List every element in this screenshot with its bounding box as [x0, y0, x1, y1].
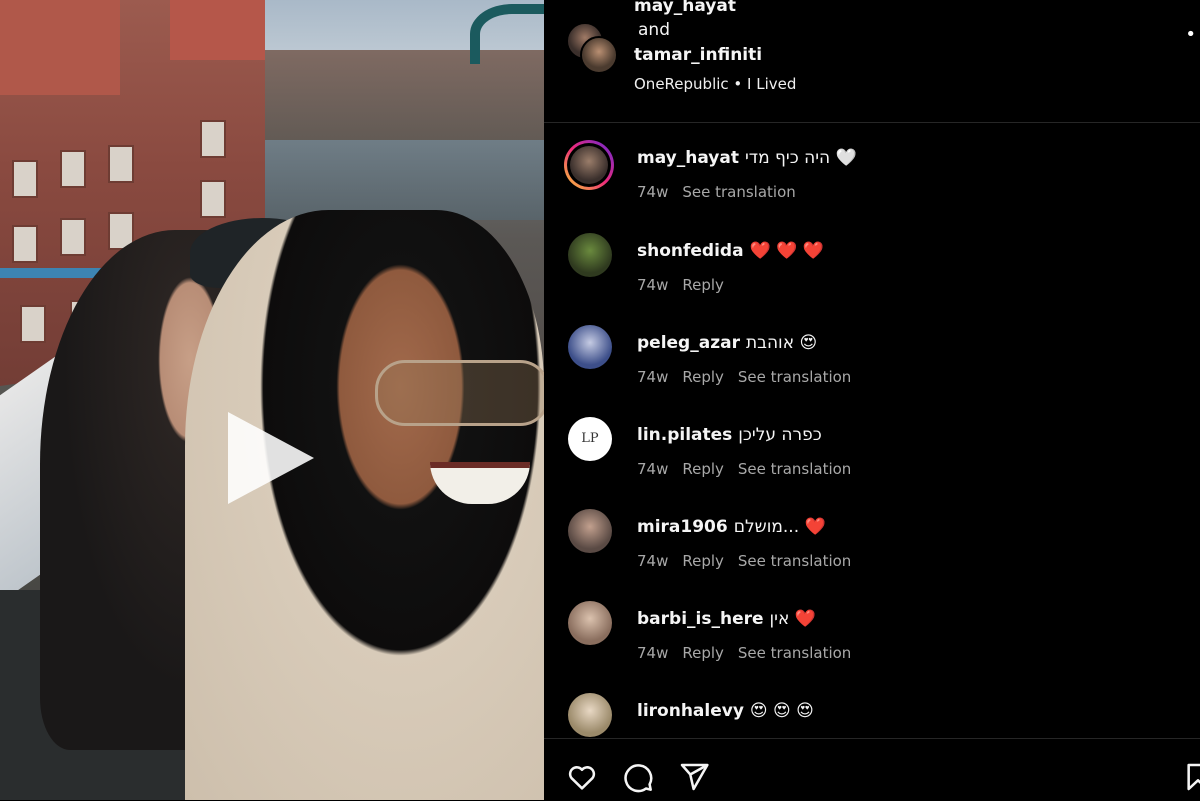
comment: mira1906 מושלם... ❤️ 74w Reply See translat…	[544, 509, 1200, 601]
comment-username[interactable]: peleg_azar	[637, 333, 740, 353]
see-translation-button[interactable]: See translation	[738, 644, 851, 662]
comment-time[interactable]: 74w	[637, 183, 668, 201]
comment-meta: 74w Reply See translation	[637, 368, 865, 386]
window	[12, 225, 38, 263]
action-bar	[544, 738, 1200, 801]
comment-text: מושלם... ❤️	[733, 517, 826, 537]
comment-meta: 74w See translation	[637, 183, 810, 201]
avatar[interactable]	[580, 36, 618, 74]
window	[60, 150, 86, 188]
avatar[interactable]	[568, 509, 612, 553]
avatar[interactable]	[564, 140, 614, 190]
comment-line: barbi_is_here אין ❤️	[637, 609, 816, 629]
comment-username[interactable]: mira1906	[637, 517, 728, 537]
window	[108, 145, 134, 183]
comment-meta: 74w Reply See translation	[637, 552, 865, 570]
comment-meta: 74w Reply See translation	[637, 460, 865, 478]
play-icon[interactable]	[228, 412, 314, 504]
comment-time[interactable]: 74w	[637, 644, 668, 662]
comment-line: lironhalevy 😍 😍 😍	[637, 701, 814, 721]
comment-username[interactable]: lironhalevy	[637, 701, 744, 721]
see-translation-button[interactable]: See translation	[738, 460, 851, 478]
comment-username[interactable]: shonfedida	[637, 241, 744, 261]
post-panel: may_hayat and tamar_infiniti OneRepublic…	[544, 0, 1200, 800]
avatar[interactable]	[568, 233, 612, 277]
comment-line: peleg_azar אוהבת 😍	[637, 333, 817, 353]
music-label[interactable]: OneRepublic • I Lived	[634, 75, 796, 93]
comment-time[interactable]: 74w	[637, 460, 668, 478]
reply-button[interactable]: Reply	[682, 552, 724, 570]
building-roof	[0, 0, 120, 95]
see-translation-button[interactable]: See translation	[682, 183, 795, 201]
window	[200, 180, 226, 218]
heart-icon[interactable]	[566, 761, 598, 793]
comment-text: אוהבת 😍	[745, 333, 818, 353]
building-tower	[170, 0, 265, 60]
reply-button[interactable]: Reply	[682, 644, 724, 662]
comment: may_hayat היה כיף מדי 🤍 74w See translatio…	[544, 140, 1200, 232]
comment-meta: 74w Reply See translation	[637, 644, 865, 662]
video-preview[interactable]	[0, 0, 544, 800]
lin-pilates-logo[interactable]: LP	[568, 417, 612, 461]
and-label: and	[638, 20, 670, 40]
comment: shonfedida ❤️ ❤️ ❤️ 74w Reply	[544, 233, 1200, 325]
comment: lironhalevy 😍 😍 😍	[544, 693, 1200, 738]
reply-button[interactable]: Reply	[682, 276, 724, 294]
tentacle-sculpture	[470, 4, 544, 64]
comment-text: כפרה עליכן	[738, 425, 822, 445]
person-foreground	[185, 210, 544, 800]
comment-line: shonfedida ❤️ ❤️ ❤️	[637, 241, 824, 261]
post-header: may_hayat and tamar_infiniti OneRepublic…	[544, 0, 1200, 123]
comment-username[interactable]: barbi_is_here	[637, 609, 764, 629]
comment-time[interactable]: 74w	[637, 276, 668, 294]
window	[20, 305, 46, 343]
comment: LP lin.pilates כפרה עליכן 74w Reply See tra…	[544, 417, 1200, 509]
canal-water	[265, 140, 544, 220]
paper-plane-icon[interactable]	[678, 761, 710, 793]
comment-text: 😍 😍 😍	[749, 701, 814, 721]
comment-bubble-icon[interactable]	[622, 761, 654, 793]
reply-button[interactable]: Reply	[682, 460, 724, 478]
comment-time[interactable]: 74w	[637, 552, 668, 570]
comment-line: lin.pilates כפרה עליכן	[637, 425, 822, 445]
comment: barbi_is_here אין ❤️ 74w Reply See translat…	[544, 601, 1200, 693]
avatar[interactable]	[568, 325, 612, 369]
window	[60, 218, 86, 256]
comment-time[interactable]: 74w	[637, 368, 668, 386]
comment-meta: 74w Reply	[637, 276, 738, 294]
see-translation-button[interactable]: See translation	[738, 552, 851, 570]
comment-line: may_hayat היה כיף מדי 🤍	[637, 148, 857, 168]
reply-button[interactable]: Reply	[682, 368, 724, 386]
comment-username[interactable]: lin.pilates	[637, 425, 732, 445]
see-translation-button[interactable]: See translation	[738, 368, 851, 386]
avatar[interactable]	[568, 693, 612, 737]
window	[12, 160, 38, 198]
eyeglasses	[375, 360, 544, 426]
comment-text: היה כיף מדי 🤍	[744, 148, 857, 168]
window	[200, 120, 226, 158]
collab-avatars[interactable]	[566, 22, 618, 74]
comment-line: mira1906 מושלם... ❤️	[637, 517, 826, 537]
collaborator-username[interactable]: tamar_infiniti	[634, 45, 762, 65]
comment-username[interactable]: may_hayat	[637, 148, 739, 168]
avatar[interactable]	[568, 601, 612, 645]
more-options-icon[interactable]: •	[1185, 26, 1196, 44]
comment-text: ❤️ ❤️ ❤️	[749, 241, 824, 261]
comment: peleg_azar אוהבת 😍 74w Reply See translatio…	[544, 325, 1200, 417]
bookmark-icon[interactable]	[1182, 761, 1200, 793]
author-username[interactable]: may_hayat	[634, 0, 736, 16]
comment-text: אין ❤️	[769, 609, 816, 629]
comments-list: may_hayat היה כיף מדי 🤍 74w See translatio…	[544, 123, 1200, 738]
